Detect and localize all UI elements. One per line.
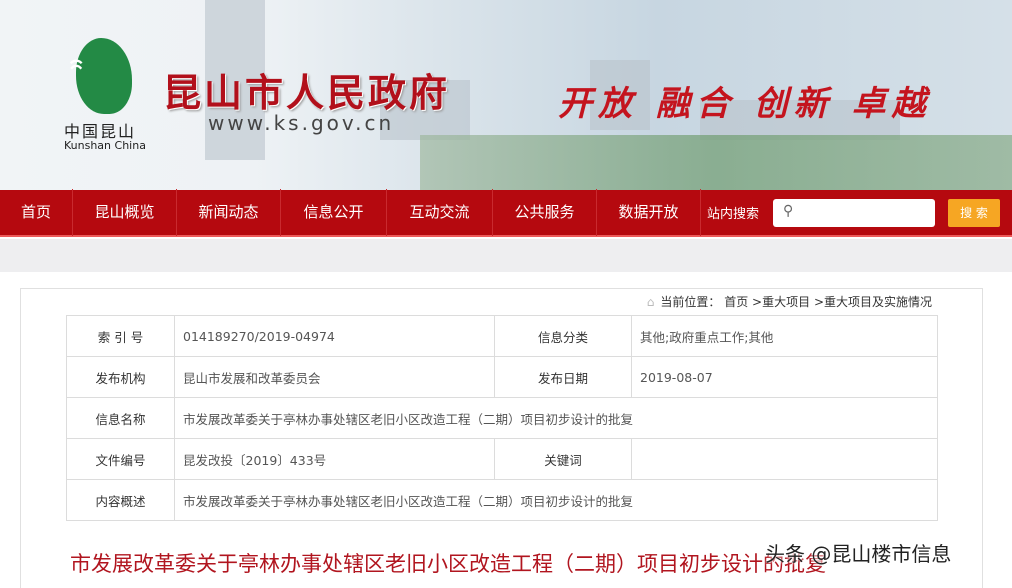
nav-open-data[interactable]: 数据开放 [597, 189, 701, 236]
nav-public-service[interactable]: 公共服务 [493, 189, 597, 236]
breadcrumb-home[interactable]: 首页 [724, 295, 748, 309]
slogan: 开放 融合 创新 卓越 [558, 84, 932, 124]
breadcrumb-prefix: 当前位置： [660, 295, 721, 309]
nav-overview[interactable]: 昆山概览 [73, 189, 177, 236]
header-banner: ꩰ 中国昆山 Kunshan China 昆山市人民政府 www.ks.gov.… [0, 0, 1012, 190]
site-title: 昆山市人民政府 [163, 70, 451, 115]
search-input[interactable]: ⚲ [773, 198, 935, 227]
org-label: 发布机构 [66, 356, 175, 398]
main-nav: 首页 昆山概览 新闻动态 信息公开 互动交流 公共服务 数据开放 站内搜索 ⚲ … [0, 189, 1012, 237]
breadcrumb: ⌂ 当前位置： 首页 >重大项目 >重大项目及实施情况 [647, 293, 932, 310]
table-row: 内容概述 市发展改革委关于亭林办事处辖区老旧小区改造工程（二期）项目初步设计的批… [66, 479, 938, 521]
info-table: 索 引 号 014189270/2019-04974 信息分类 其他;政府重点工… [66, 315, 938, 521]
table-row: 发布机构 昆山市发展和改革委员会 发布日期 2019-08-07 [66, 356, 938, 398]
keyword-label: 关键词 [494, 438, 632, 480]
home-icon: ⌂ [646, 295, 655, 309]
date-label: 发布日期 [494, 356, 632, 398]
nav-news[interactable]: 新闻动态 [177, 189, 281, 236]
index-label: 索 引 号 [66, 315, 175, 357]
docno-value: 昆发改投〔2019〕433号 [174, 438, 495, 480]
search-label: 站内搜索 [707, 207, 760, 222]
nav-home[interactable]: 首页 [0, 189, 73, 236]
search-button[interactable]: 搜 索 [948, 198, 1000, 227]
watermark: 头条 @昆山楼市信息 [765, 542, 952, 566]
document-title: 市发展改革委关于亭林办事处辖区老旧小区改造工程（二期）项目初步设计的批复 [70, 552, 826, 576]
table-row: 索 引 号 014189270/2019-04974 信息分类 其他;政府重点工… [66, 315, 938, 357]
logo-en-text: Kunshan China [64, 139, 146, 152]
summary-label: 内容概述 [66, 479, 175, 521]
nav-interaction[interactable]: 互动交流 [387, 189, 493, 236]
category-label: 信息分类 [494, 315, 632, 357]
org-value: 昆山市发展和改革委员会 [174, 356, 495, 398]
table-row: 信息名称 市发展改革委关于亭林办事处辖区老旧小区改造工程（二期）项目初步设计的批… [66, 397, 938, 439]
search-icon: ⚲ [783, 202, 794, 219]
summary-value: 市发展改革委关于亭林办事处辖区老旧小区改造工程（二期）项目初步设计的批复 [174, 479, 938, 521]
keyword-value [631, 438, 938, 480]
table-row: 文件编号 昆发改投〔2019〕433号 关键词 [66, 438, 938, 480]
category-value: 其他;政府重点工作;其他 [631, 315, 938, 357]
index-value: 014189270/2019-04974 [174, 315, 495, 357]
spacer [0, 239, 1012, 272]
kunshan-logo[interactable]: ꩰ [76, 38, 132, 114]
date-value: 2019-08-07 [631, 356, 938, 398]
breadcrumb-current[interactable]: >重大项目及实施情况 [814, 295, 932, 309]
site-url: www.ks.gov.cn [208, 111, 395, 135]
breadcrumb-major-projects[interactable]: >重大项目 [752, 295, 810, 309]
nav-info-public[interactable]: 信息公开 [281, 189, 387, 236]
docno-label: 文件编号 [66, 438, 175, 480]
name-value: 市发展改革委关于亭林办事处辖区老旧小区改造工程（二期）项目初步设计的批复 [174, 397, 938, 439]
name-label: 信息名称 [66, 397, 175, 439]
